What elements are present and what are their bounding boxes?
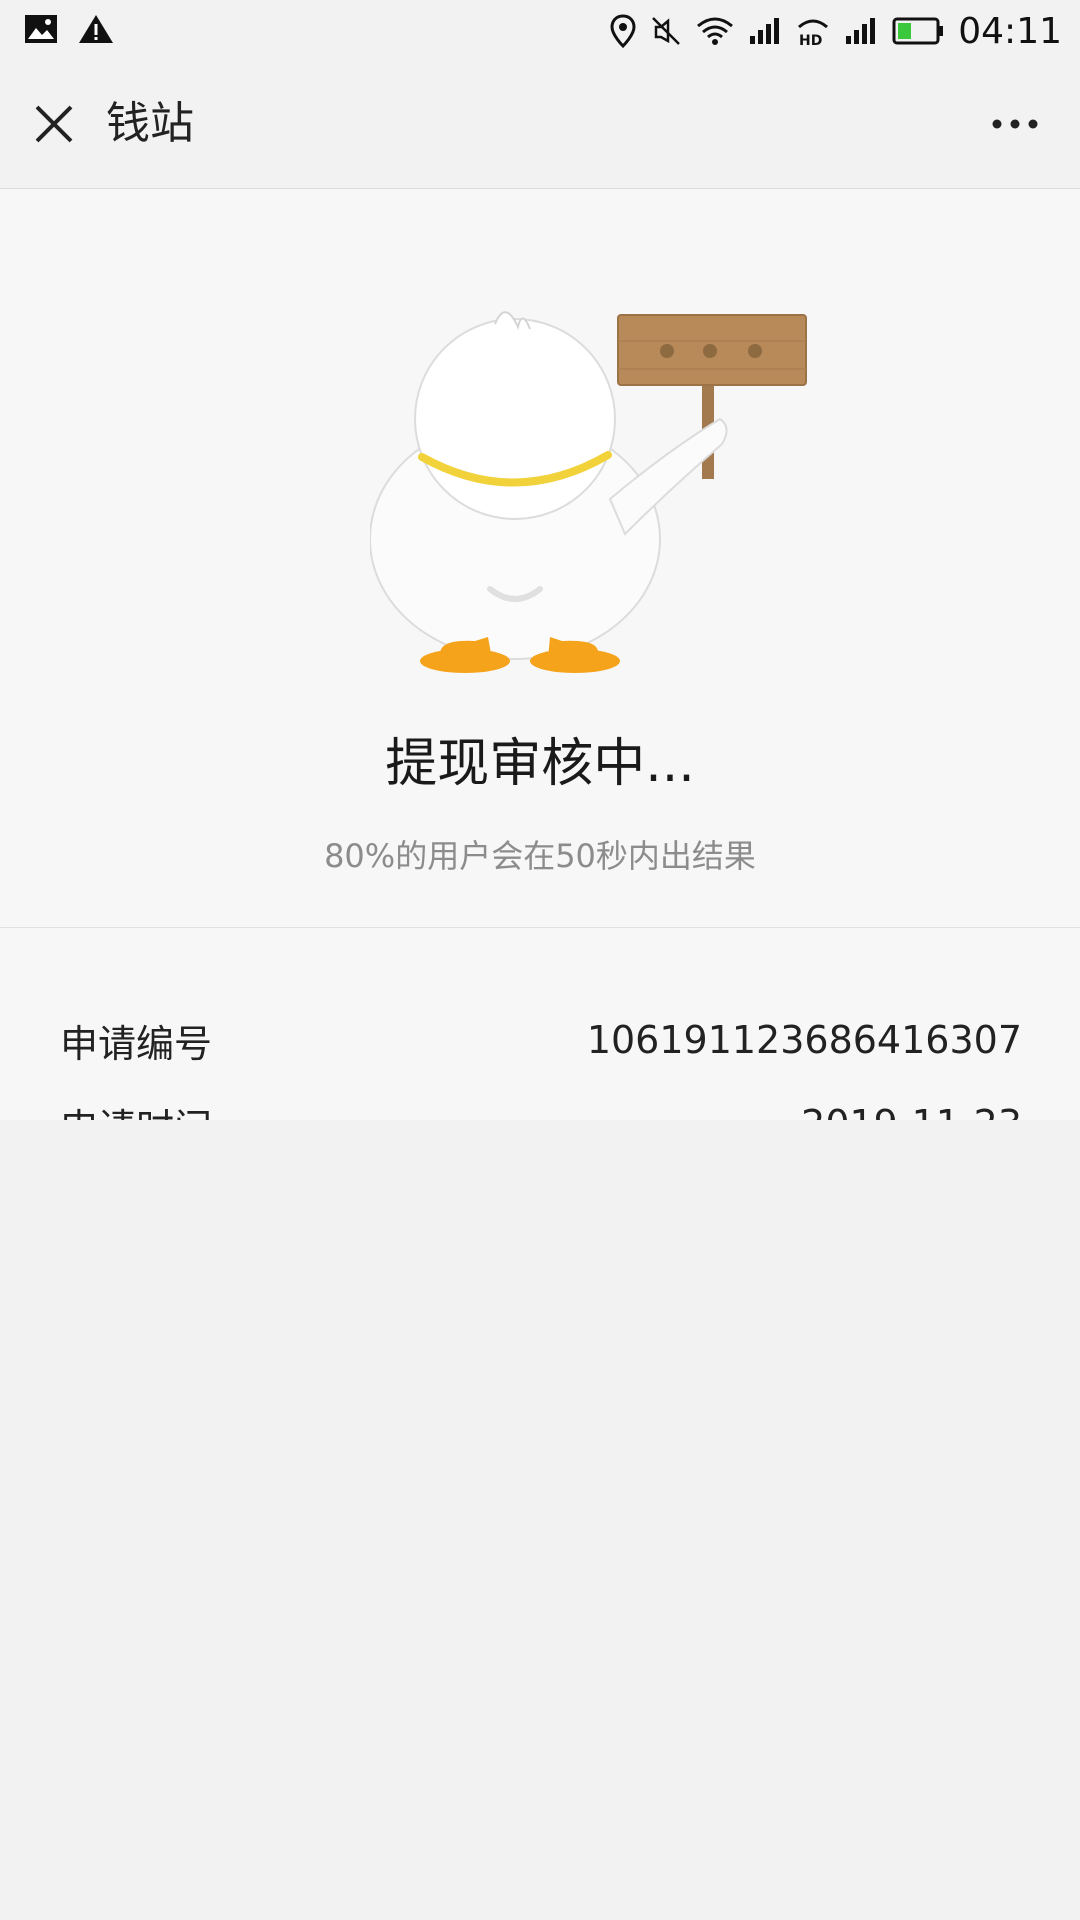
status-title: 提现审核中... xyxy=(385,734,695,794)
signal-2-icon xyxy=(844,16,878,46)
close-icon xyxy=(34,104,74,144)
image-icon xyxy=(24,14,58,44)
detail-row-application-number: 申请编号 106191123686416307 xyxy=(60,1010,1022,1070)
detail-label: 申请时间 xyxy=(60,1097,212,1121)
page-title: 钱站 xyxy=(106,98,194,149)
status-time: 04:11 xyxy=(958,10,1062,52)
application-details: 申请编号 106191123686416307 申请时间 2019-11-23 xyxy=(0,928,1080,1120)
svg-text:HD: HD xyxy=(799,33,822,47)
title-bar: 钱站 xyxy=(0,62,1080,189)
alert-icon xyxy=(78,14,114,44)
mute-icon xyxy=(650,15,682,47)
battery-icon xyxy=(892,16,944,46)
more-icon xyxy=(991,118,1039,130)
status-subtitle: 80%的用户会在50秒内出结果 xyxy=(324,837,756,875)
status-hero: 提现审核中... 80%的用户会在50秒内出结果 xyxy=(0,189,1080,928)
detail-label: 申请编号 xyxy=(60,1021,213,1066)
hd-call-icon: HD xyxy=(796,15,830,47)
wifi-icon xyxy=(696,16,734,46)
detail-value: 2019-11-23 xyxy=(801,1102,1022,1120)
duck-illustration xyxy=(370,311,807,673)
detail-value: 106191123686416307 xyxy=(586,1018,1022,1062)
detail-row-application-time: 申请时间 2019-11-23 xyxy=(60,1094,1022,1120)
close-button[interactable] xyxy=(22,92,86,156)
more-button[interactable] xyxy=(980,92,1050,156)
status-bar: HD 04:11 xyxy=(0,0,1080,62)
signal-1-icon xyxy=(748,16,782,46)
blank-area xyxy=(0,1120,1080,1920)
location-icon xyxy=(610,14,636,48)
